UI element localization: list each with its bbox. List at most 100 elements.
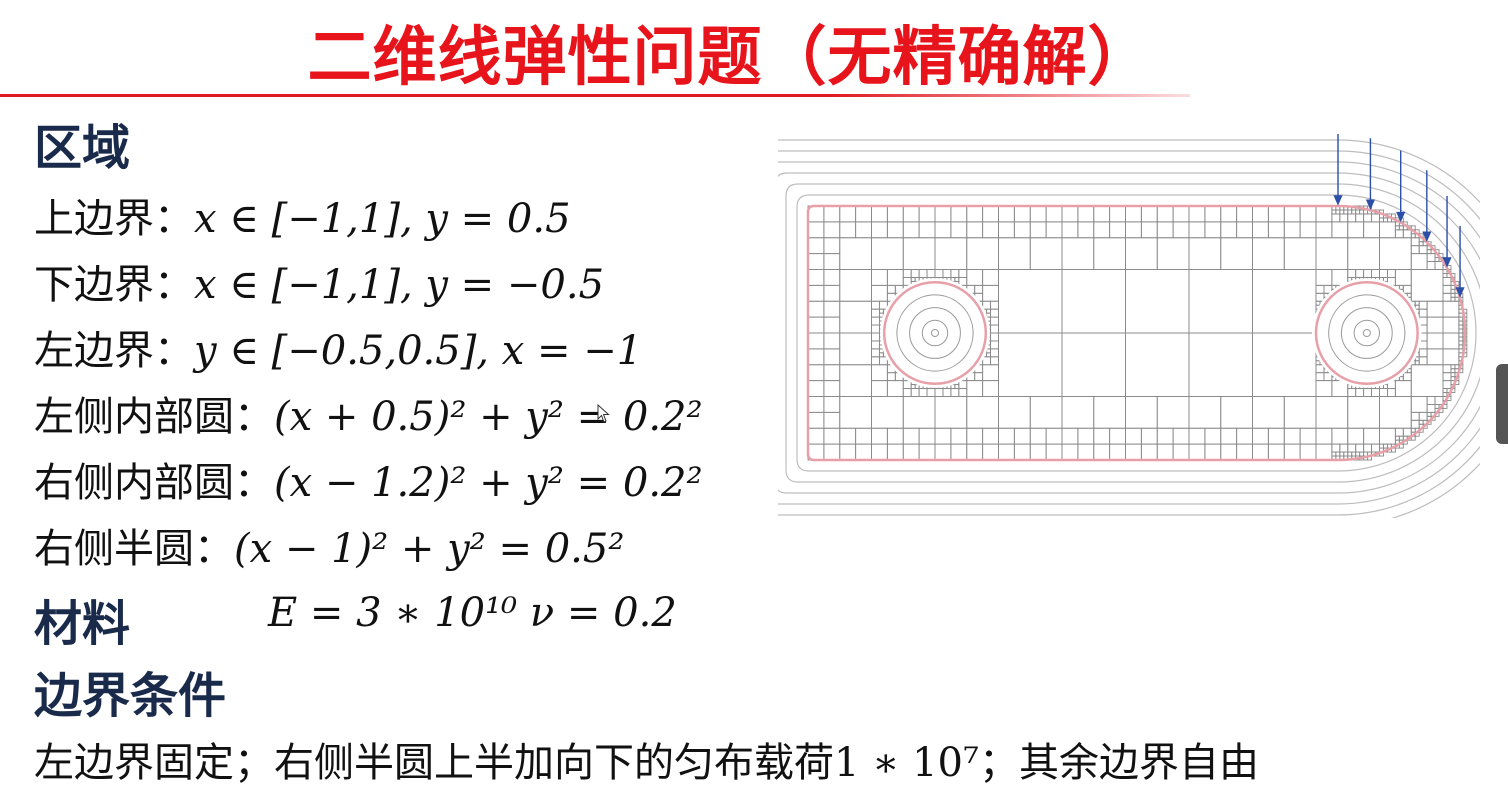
mesh-cell [839,332,872,366]
mesh-cell [1363,221,1380,239]
mesh-cell [823,411,841,429]
boundary-line-bottom: 下边界：x ∈ [−1,1], y = −0.5 [34,252,604,310]
mesh-cell [1442,392,1448,397]
mesh-cell [918,443,936,461]
mesh-cell [1442,332,1460,350]
mesh-cell [1383,217,1388,223]
mesh-cell [982,356,992,366]
mesh-cell [950,205,968,223]
material-expr: E = 3 ∗ 10¹⁰ ν = 0.2 [268,590,677,636]
mesh-cell [1339,451,1345,457]
mesh-cell [1061,427,1079,445]
mesh-cell [855,221,872,239]
mesh-cell [1093,396,1126,429]
mesh-cell [1013,205,1031,223]
mesh-cell [1347,269,1357,278]
scrollbar-handle[interactable] [1496,364,1508,444]
mesh-cell [823,237,841,255]
mesh-cell [1315,396,1349,429]
mesh-cell [1315,284,1325,294]
mesh-cell [878,300,888,310]
mesh-cell [1061,237,1095,270]
mesh-cell [950,388,960,397]
mesh-cell [998,332,1063,397]
mesh-cell [1125,237,1158,270]
mesh-cell [1426,249,1432,255]
mesh-cell [934,205,952,223]
mesh-cell [1029,205,1047,223]
mesh-cell [1414,360,1420,366]
mesh-cell [1442,364,1452,374]
mesh-cell [1315,237,1349,270]
boundary-expr: y ∈ [−0.5,0.5], x = −1 [194,328,643,374]
mesh-cell [1394,225,1400,231]
mesh-cell [974,284,984,294]
mesh-cell [878,356,888,366]
mesh-cell [1029,396,1063,429]
mesh-cell [1379,443,1384,449]
mesh-cell [1188,396,1222,429]
mesh-cell [1398,284,1404,290]
mesh-cell [1442,380,1452,390]
mesh-cell [1442,292,1452,302]
mesh-cell [871,427,888,445]
mesh-cell [1379,269,1388,278]
mesh-cell [886,372,896,382]
mesh-cell [1315,205,1333,223]
mesh-cell [807,396,825,413]
mesh-cell [886,269,904,286]
mesh-cell [855,443,872,461]
mesh-cell [990,308,999,318]
mesh-cell [1315,292,1325,302]
mesh-cell [823,364,841,382]
mesh-cell [1172,443,1190,461]
mesh-cell [902,269,912,278]
mesh-cell [1204,427,1222,445]
mesh-cell [823,284,841,302]
mesh-cell [1315,443,1333,461]
mesh-cell [1442,269,1448,274]
boundary-expr: (x − 1.2)² + y² = 0.2² [274,460,703,506]
mesh-cell [1188,427,1206,445]
boundary-line-top: 上边界：x ∈ [−1,1], y = 0.5 [34,186,571,244]
boundary-label: 左侧内部圆： [34,394,274,440]
mesh-cell [871,284,888,302]
mesh-cell [998,221,1015,239]
mesh-cell [823,380,841,397]
mesh-cell [950,221,968,239]
mesh-cell [1394,380,1412,397]
mesh-cell [1454,364,1460,370]
mesh-cell [1442,300,1460,318]
mesh-cell [1093,221,1111,239]
mesh-cell [1458,336,1464,342]
mesh-cell [1109,205,1126,223]
mesh-cell [1236,443,1253,461]
mesh-cell [958,388,968,397]
heading-domain: 区域 [34,120,131,176]
mesh-cell [1140,205,1158,223]
mesh-cell [982,427,999,445]
mesh-cell [1156,205,1174,223]
mesh-cell [986,352,992,358]
mesh-cell [1299,205,1317,223]
mesh-cell [1283,396,1317,429]
mesh-cell [1394,435,1400,441]
mesh-cell [807,253,825,270]
mesh-cell [1077,427,1095,445]
mesh-cell [1355,388,1365,397]
down-arrow-icon [1442,195,1452,268]
mesh-cell [878,308,884,314]
mesh-cell [1252,332,1317,397]
mesh-cell [1267,427,1285,445]
boundary-expr: (x − 1)² + y² = 0.5² [234,526,625,572]
mesh-cell [1029,221,1047,239]
mesh-cell [918,427,936,445]
mesh-cell [839,269,872,302]
mesh-cell [823,269,841,286]
mesh-cell [1418,411,1428,421]
mesh-cell [1315,300,1321,306]
mesh-cell [1347,221,1365,239]
mesh-cell [950,443,968,461]
mesh-cell [1335,209,1341,215]
mesh-cell [966,221,984,239]
